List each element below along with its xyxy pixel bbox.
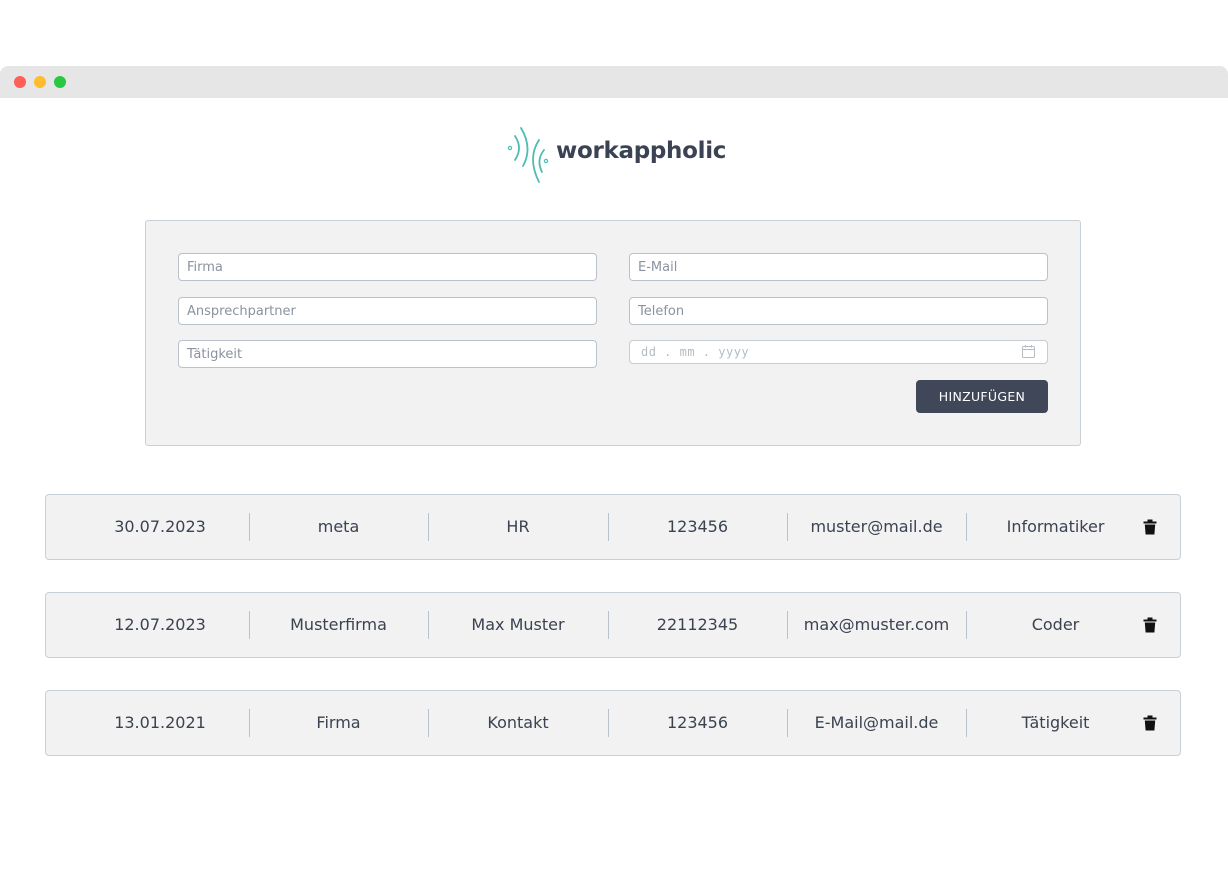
entry-taetigkeit: Informatiker (1006, 517, 1105, 536)
taetigkeit-input[interactable] (178, 340, 597, 368)
logo-text: workappholic (556, 138, 727, 164)
browser-window: workappholic dd . mm . yyyy HINZUFÜGEN 3… (0, 66, 1228, 890)
entry-telefon: 123456 (666, 517, 729, 536)
sound-wave-logo-icon (507, 127, 549, 183)
entry-date: 13.01.2021 (114, 713, 206, 732)
entry-telefon: 123456 (666, 713, 729, 732)
close-window-button[interactable] (14, 76, 26, 88)
entry-taetigkeit: Tätigkeit (1021, 713, 1090, 732)
entry-telefon: 22112345 (656, 615, 739, 634)
ansprechpartner-input[interactable] (178, 297, 597, 325)
date-placeholder: dd . mm . yyyy (641, 345, 750, 359)
window-titlebar (0, 66, 1228, 98)
entry-date: 12.07.2023 (114, 615, 206, 634)
add-button[interactable]: HINZUFÜGEN (916, 380, 1048, 413)
entry-row: 30.07.2023 meta HR 123456 muster@mail.de… (45, 494, 1181, 560)
entry-date: 30.07.2023 (114, 517, 206, 536)
entry-kontakt: Kontakt (487, 713, 549, 732)
entry-kontakt: Max Muster (471, 615, 565, 634)
entry-taetigkeit: Coder (1031, 615, 1080, 634)
date-input[interactable]: dd . mm . yyyy (629, 340, 1048, 364)
app-logo: workappholic (506, 126, 726, 184)
entry-firma: Musterfirma (290, 615, 387, 634)
zoom-window-button[interactable] (54, 76, 66, 88)
entry-email: muster@mail.de (810, 517, 943, 536)
trash-icon[interactable] (1143, 519, 1157, 535)
email-input[interactable] (629, 253, 1048, 281)
calendar-icon[interactable] (1022, 345, 1035, 358)
firma-input[interactable] (178, 253, 597, 281)
trash-icon[interactable] (1143, 715, 1157, 731)
trash-icon[interactable] (1143, 617, 1157, 633)
entry-email: E-Mail@mail.de (814, 713, 939, 732)
minimize-window-button[interactable] (34, 76, 46, 88)
add-entry-form: dd . mm . yyyy HINZUFÜGEN (145, 220, 1081, 446)
entry-firma: meta (317, 517, 360, 536)
entry-row: 13.01.2021 Firma Kontakt 123456 E-Mail@m… (45, 690, 1181, 756)
entry-email: max@muster.com (803, 615, 950, 634)
entry-kontakt: HR (506, 517, 530, 536)
telefon-input[interactable] (629, 297, 1048, 325)
entry-row: 12.07.2023 Musterfirma Max Muster 221123… (45, 592, 1181, 658)
entry-firma: Firma (316, 713, 361, 732)
